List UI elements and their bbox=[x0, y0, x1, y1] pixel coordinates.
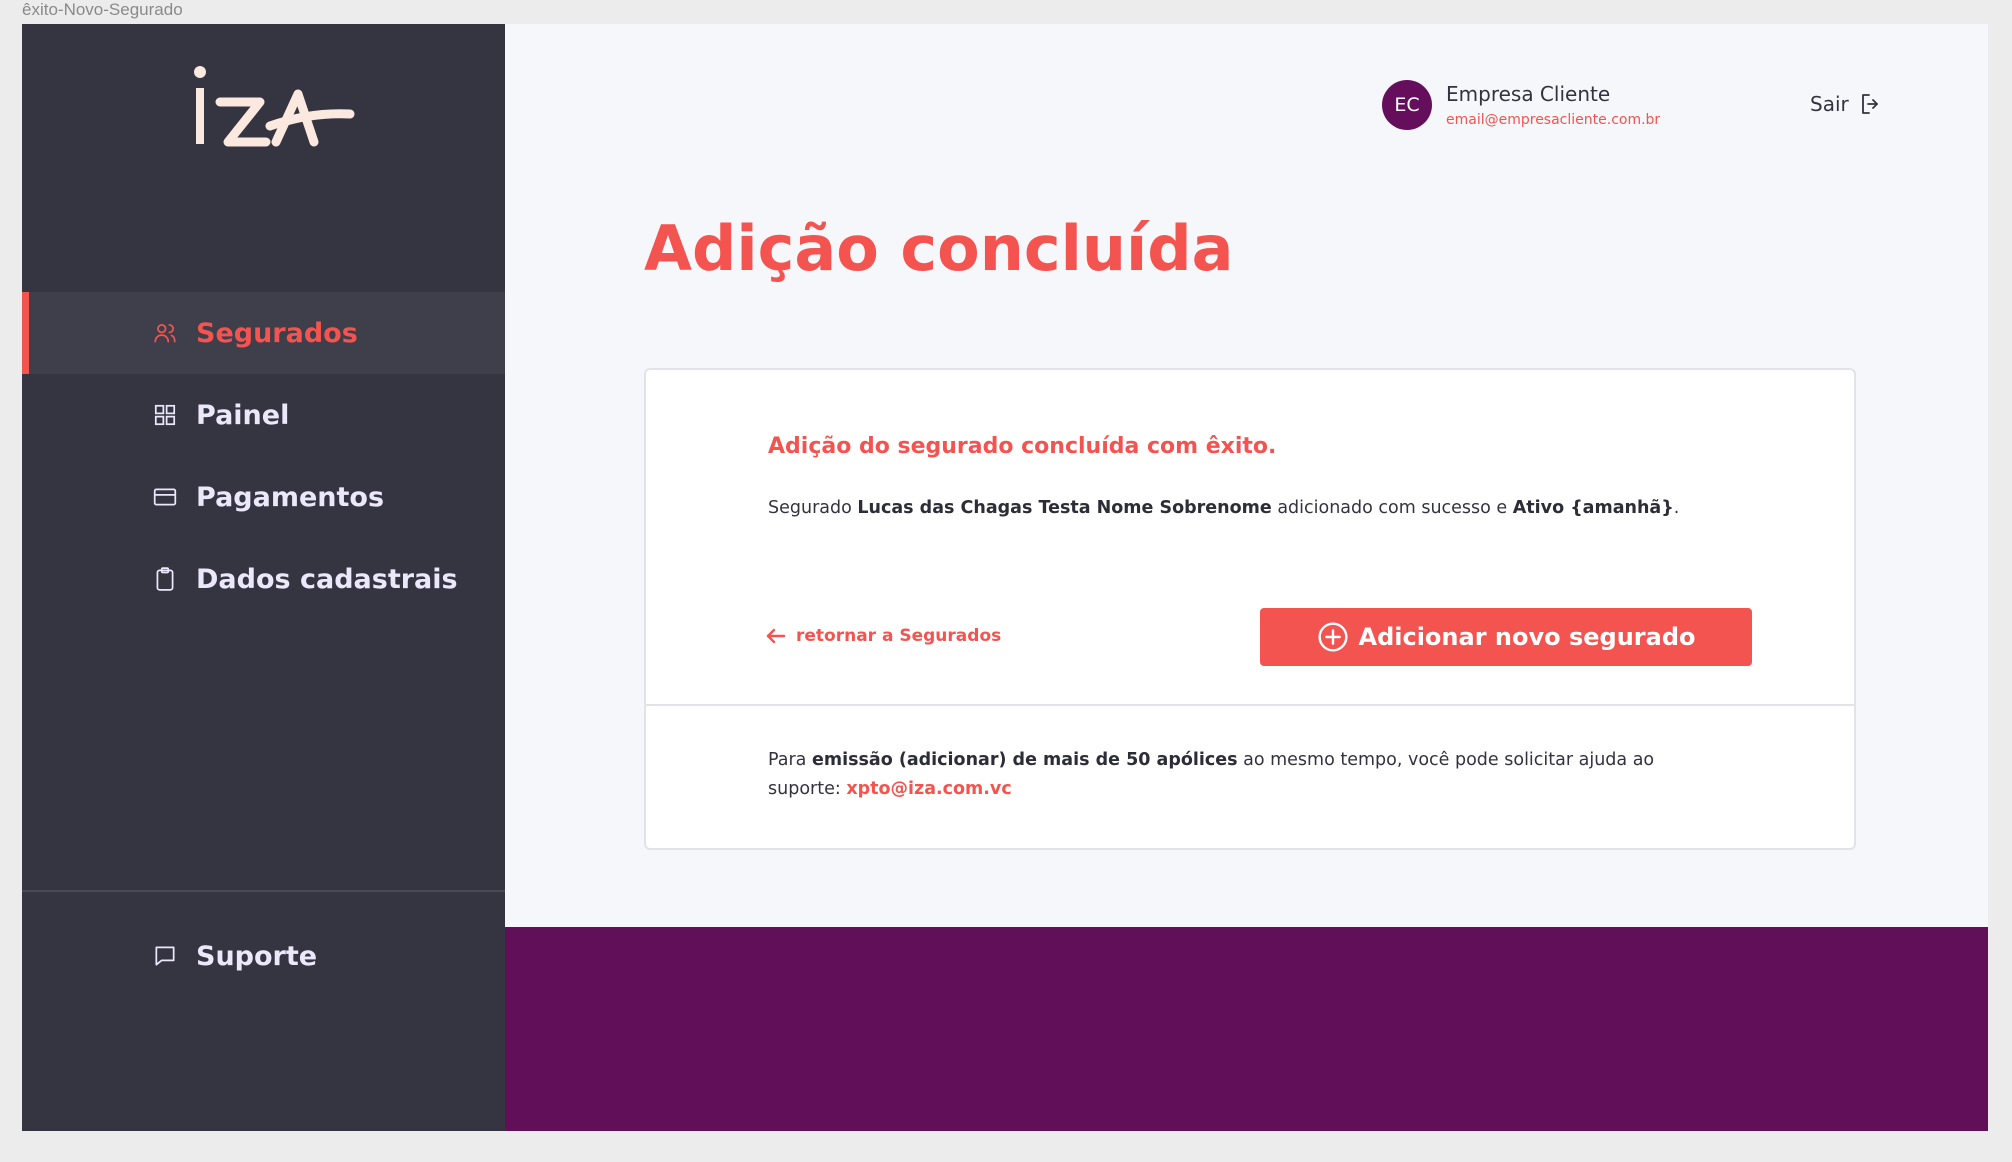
frame-label: êxito-Novo-Segurado bbox=[22, 0, 183, 19]
insured-status: Ativo {amanhã} bbox=[1512, 498, 1674, 518]
message-middle: adicionado com sucesso e bbox=[1271, 498, 1513, 518]
user-name: Empresa Cliente bbox=[1446, 82, 1611, 106]
logout-icon bbox=[1861, 94, 1878, 114]
message-prefix: Segurado bbox=[768, 498, 858, 518]
page-title: Adição concluída bbox=[644, 212, 1234, 285]
users-icon bbox=[152, 320, 178, 346]
sidebar-item-pagamentos[interactable]: Pagamentos bbox=[22, 456, 505, 538]
success-heading: Adição do segurado concluída com êxito. bbox=[768, 434, 1277, 459]
message-square-icon bbox=[152, 943, 178, 969]
back-to-segurados-link[interactable]: retornar a Segurados bbox=[766, 626, 1001, 646]
sidebar-divider bbox=[22, 890, 505, 892]
sidebar-item-label: Segurados bbox=[196, 317, 358, 349]
sidebar-item-label: Dados cadastrais bbox=[196, 563, 458, 595]
message-suffix: . bbox=[1673, 498, 1680, 518]
support-email-link[interactable]: xpto@iza.com.vc bbox=[846, 779, 1011, 799]
credit-card-icon bbox=[152, 484, 178, 510]
bulk-issuance-note: Para emissão (adicionar) de mais de 50 a… bbox=[768, 746, 1708, 804]
sidebar-nav: Segurados Painel Pagamentos Dados cadast… bbox=[22, 292, 505, 620]
back-link-label: retornar a Segurados bbox=[796, 626, 1002, 646]
user-profile[interactable]: EC Empresa Cliente email@empresacliente.… bbox=[1382, 80, 1660, 130]
main-content: EC Empresa Cliente email@empresacliente.… bbox=[505, 24, 1988, 1131]
card-divider bbox=[646, 704, 1854, 706]
logo-mark bbox=[194, 66, 355, 147]
logout-button[interactable]: Sair bbox=[1810, 92, 1883, 116]
arrow-left-icon bbox=[766, 628, 786, 644]
success-card: Adição do segurado concluída com êxito. … bbox=[644, 368, 1856, 850]
sidebar-item-suporte[interactable]: Suporte bbox=[22, 915, 505, 997]
grid-icon bbox=[152, 402, 178, 428]
sidebar-item-dados-cadastrais[interactable]: Dados cadastrais bbox=[22, 538, 505, 620]
app-window: Segurados Painel Pagamentos Dados cadast… bbox=[22, 24, 1988, 1131]
sidebar-item-segurados[interactable]: Segurados bbox=[22, 292, 505, 374]
note-prefix: Para bbox=[768, 750, 812, 770]
sidebar: Segurados Painel Pagamentos Dados cadast… bbox=[22, 24, 505, 1131]
plus-circle-icon bbox=[1317, 622, 1348, 652]
logout-label: Sair bbox=[1810, 92, 1849, 116]
note-bold: emissão (adicionar) de mais de 50 apólic… bbox=[811, 750, 1238, 770]
insured-name: Lucas das Chagas Testa Nome Sobrenome bbox=[857, 498, 1272, 518]
clipboard-icon bbox=[152, 566, 178, 592]
user-email: email@empresacliente.com.br bbox=[1446, 112, 1661, 128]
user-info: Empresa Cliente email@empresacliente.com… bbox=[1446, 82, 1660, 128]
add-new-insured-button[interactable]: Adicionar novo segurado bbox=[1260, 608, 1752, 666]
avatar: EC bbox=[1382, 80, 1432, 130]
footer-band bbox=[505, 927, 1988, 1131]
sidebar-item-painel[interactable]: Painel bbox=[22, 374, 505, 456]
sidebar-support-section: Suporte bbox=[22, 915, 505, 997]
iza-logo[interactable] bbox=[190, 64, 360, 154]
success-message: Segurado Lucas das Chagas Testa Nome Sob… bbox=[768, 498, 1679, 518]
sidebar-item-label: Suporte bbox=[196, 940, 318, 972]
sidebar-item-label: Pagamentos bbox=[196, 481, 385, 513]
sidebar-item-label: Painel bbox=[196, 399, 290, 431]
add-new-insured-label: Adicionar novo segurado bbox=[1358, 623, 1696, 651]
